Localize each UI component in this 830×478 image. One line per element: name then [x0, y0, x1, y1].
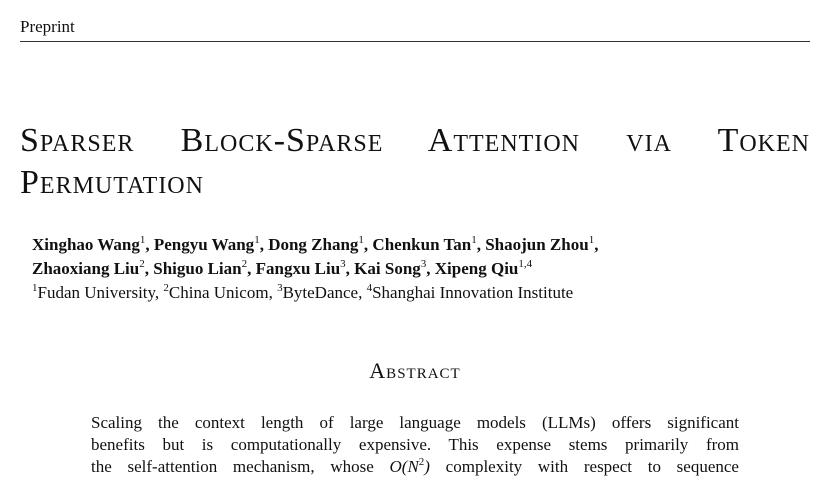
paper-title: Sparser Block-Sparse Attention via Token…: [20, 120, 810, 204]
author-separator: ,: [259, 235, 269, 254]
author-affiliation-mark: 1,4: [518, 258, 533, 270]
abstract-text-fragment: complexity with respect to sequence: [429, 457, 739, 476]
author-list: Xinghao Wang1, Pengyu Wang1, Dong Zhang1…: [32, 233, 792, 281]
author-name: Zhaoxiang Liu: [32, 259, 140, 278]
header-divider: [20, 41, 810, 42]
author-separator: ,: [345, 259, 355, 278]
author-line-1: Xinghao Wang1, Pengyu Wang1, Dong Zhang1…: [32, 235, 599, 255]
author-name: Xipeng Qiu: [434, 259, 519, 278]
author-separator: ,: [145, 235, 154, 254]
formula-base: O(N: [389, 457, 419, 476]
author-name: Shiguo Lian: [153, 259, 242, 278]
author-name: Kai Song: [354, 259, 421, 278]
affiliation-name: China Unicom: [168, 283, 269, 302]
affiliation-name: Shanghai Innovation Institute: [372, 283, 574, 302]
abstract-heading: Abstract: [369, 358, 461, 383]
affiliation-name: Fudan University: [37, 283, 155, 302]
author-name: Chenkun Tan: [372, 235, 472, 254]
author-name: Shaojun Zhou: [485, 235, 589, 254]
author-separator: ,: [144, 259, 154, 278]
author-line-2: Zhaoxiang Liu2, Shiguo Lian2, Fangxu Liu…: [32, 258, 533, 279]
author-name: Xinghao Wang: [32, 235, 140, 254]
abstract-text-fragment: the self-attention mechanism, whose: [91, 457, 390, 476]
affiliation-separator: ,: [268, 283, 278, 302]
title-line-1: Sparser Block-Sparse Attention via Token: [20, 122, 810, 159]
affiliation-name: ByteDance: [282, 283, 359, 302]
author-separator: ,: [476, 235, 486, 254]
author-name: Pengyu Wang: [153, 235, 255, 254]
affiliation-list: 1Fudan University, 2China Unicom, 3ByteD…: [32, 281, 792, 305]
running-header: Preprint: [20, 17, 75, 36]
author-separator: ,: [594, 235, 599, 254]
author-name: Fangxu Liu: [255, 259, 341, 278]
abstract-line-3: the self-attention mechanism, whose O(N2…: [91, 456, 739, 478]
author-name: Dong Zhang: [268, 235, 359, 254]
complexity-formula: O(N2): [389, 457, 430, 477]
author-block: Xinghao Wang1, Pengyu Wang1, Dong Zhang1…: [32, 233, 792, 305]
affiliation-separator: ,: [358, 283, 367, 302]
abstract-text: Scaling the context length of large lang…: [91, 412, 739, 478]
author-separator: ,: [426, 259, 435, 278]
abstract-line-1: Scaling the context length of large lang…: [91, 413, 739, 432]
author-separator: ,: [247, 259, 256, 278]
abstract-line-2: benefits but is computationally expensiv…: [91, 435, 739, 454]
title-line-2: Permutation: [20, 164, 204, 201]
